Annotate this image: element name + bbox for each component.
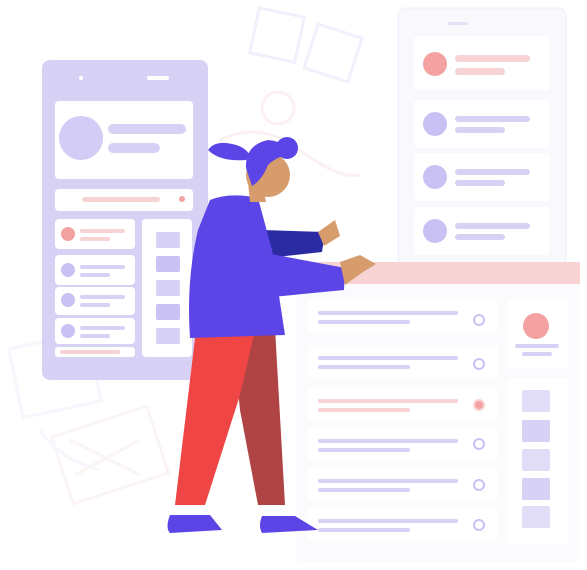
list-item (308, 300, 498, 332)
profile-avatar (523, 313, 549, 339)
list-item (308, 388, 498, 420)
hair-bun (276, 137, 298, 159)
list-item (308, 428, 498, 460)
illustration-canvas (6, 5, 580, 562)
illustration-scene (0, 0, 587, 570)
dashboard-mockup (296, 262, 580, 562)
left-phone-mockup (42, 60, 208, 380)
list-item (308, 508, 498, 540)
front-arm (244, 250, 345, 298)
list-item (308, 345, 498, 377)
front-shoe (167, 515, 222, 533)
list-item (308, 468, 498, 500)
ponytail (208, 142, 250, 161)
profile-avatar (59, 116, 103, 160)
